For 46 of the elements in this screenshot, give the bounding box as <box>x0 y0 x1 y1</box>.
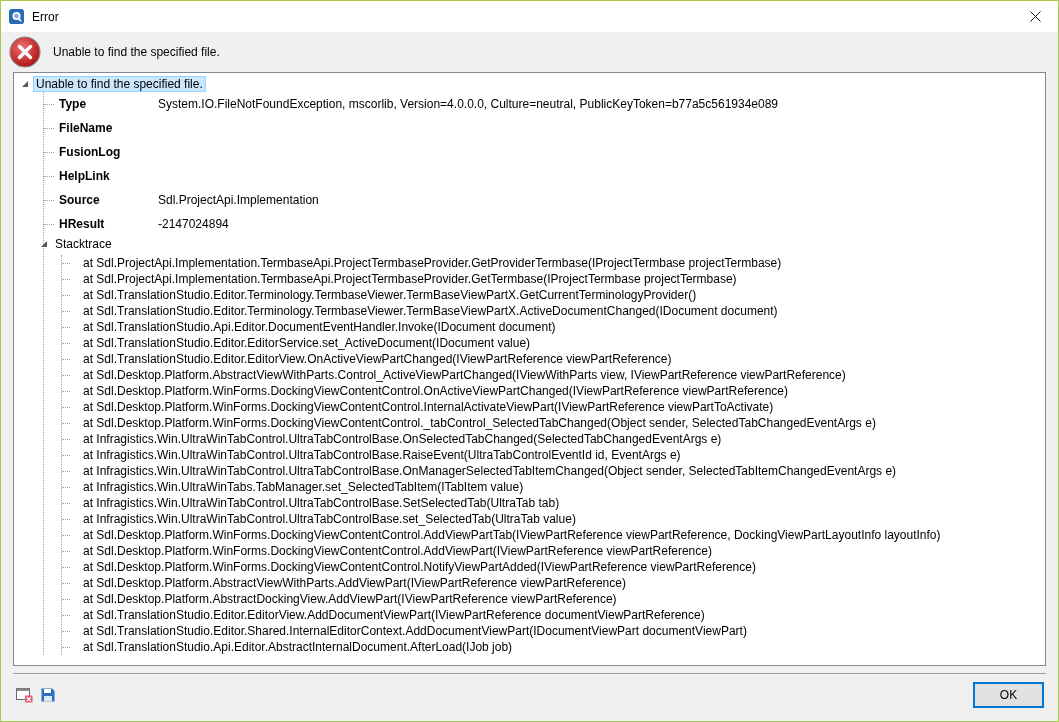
stack-trace-line: at Sdl.Desktop.Platform.AbstractDockingView.AddViewPart(IViewPartReference viewPartReference) <box>83 592 617 606</box>
stack-trace-line: at Infragistics.Win.UltraWinTabControl.UltraTabControlBase.set_SelectedTab(UltraTab value) <box>83 512 576 526</box>
property-value: System.IO.FileNotFoundException, mscorlib, Version=4.0.0.0, Culture=neutral, PublicKeyToken=b77a5c561934e089 <box>158 97 779 111</box>
stack-trace-line: at Infragistics.Win.UltraWinTabControl.UltraTabControlBase.OnSelectedTabChanged(SelectedTabChangedEventArgs e) <box>83 432 722 446</box>
close-icon <box>1029 11 1041 22</box>
stack-trace-line: at Sdl.Desktop.Platform.AbstractViewWithParts.Control_ActiveViewPartChanged(IViewWithParts view, IViewPartReference viewPartReference) <box>83 368 846 382</box>
stack-trace-line: at Infragistics.Win.UltraWinTabControl.UltraTabControlBase.RaiseEvent(UltraTabControlEventId id, EventArgs e) <box>83 448 681 462</box>
stack-trace-line: at Sdl.TranslationStudio.Editor.Terminology.TermbaseViewer.TermBaseViewPartX.ActiveDocumentChanged(IDocument document) <box>83 304 778 318</box>
stack-trace-line: at Sdl.TranslationStudio.Editor.EditorView.OnActiveViewPartChanged(IViewPartReference viewPartReference) <box>83 352 672 366</box>
stack-trace-line: at Sdl.TranslationStudio.Editor.EditorService.set_ActiveDocument(IDocument value) <box>83 336 531 350</box>
stack-trace-line: at Sdl.TranslationStudio.Api.Editor.AbstractInternalDocument.AfterLoad(IJob job) <box>83 640 513 654</box>
property-name: HResult <box>59 217 106 231</box>
save-icon[interactable] <box>41 688 55 702</box>
property-value: Sdl.ProjectApi.Implementation <box>158 193 319 207</box>
stack-trace-line: at Sdl.ProjectApi.Implementation.TermbaseApi.ProjectTermbaseProvider.GetProviderTermbase(IProjectTermbase projectTermbase) <box>83 256 782 270</box>
stack-trace-line: at Infragistics.Win.UltraWinTabs.TabManager.set_SelectedTabItem(ITabItem value) <box>83 480 524 494</box>
stack-trace-line: at Infragistics.Win.UltraWinTabControl.UltraTabControlBase.SetSelectedTab(UltraTab tab) <box>83 496 560 510</box>
property-name: FusionLog <box>59 145 122 159</box>
tree-node-label[interactable]: Stacktrace <box>52 236 115 252</box>
stack-trace-line: at Sdl.Desktop.Platform.WinForms.DockingViewContentControl.InternalActivateViewPart(IViewPartReference viewPartToActivate) <box>83 400 774 414</box>
error-message: Unable to find the specified file. <box>53 45 220 59</box>
stack-trace-line: at Sdl.Desktop.Platform.WinForms.DockingViewContentControl.AddViewPartTab(IViewPartReference viewPartReference, DockingViewPartLayoutInfo layoutInfo) <box>83 528 941 542</box>
stack-trace-line: at Sdl.TranslationStudio.Editor.Terminology.TermbaseViewer.TermBaseViewPartX.GetCurrentTerminologyProvider() <box>83 288 697 302</box>
stack-trace-line: at Sdl.TranslationStudio.Editor.EditorView.AddDocumentViewPart(IViewPartReference documentViewPartReference) <box>83 608 705 622</box>
collapse-arrow-icon[interactable] <box>21 80 29 88</box>
window-close-icon[interactable] <box>16 687 33 703</box>
stack-trace-line: at Sdl.Desktop.Platform.WinForms.DockingViewContentControl._tabControl_SelectedTabChanged(Object sender, SelectedTabChangedEventArgs e) <box>83 416 876 430</box>
ok-button[interactable]: OK <box>973 682 1044 708</box>
property-value: -2147024894 <box>158 217 229 231</box>
stack-trace-line: at Sdl.TranslationStudio.Editor.Shared.InternalEditorContext.AddDocumentViewPart(IDocumentViewPart documentViewPart) <box>83 624 747 638</box>
stack-trace-line: at Sdl.TranslationStudio.Api.Editor.DocumentEventHandler.Invoke(IDocument document) <box>83 320 556 334</box>
app-icon <box>9 9 24 24</box>
stack-trace-line: at Sdl.Desktop.Platform.AbstractViewWithParts.AddViewPart(IViewPartReference viewPartReference) <box>83 576 626 590</box>
stack-trace-line: at Infragistics.Win.UltraWinTabControl.UltraTabControlBase.OnManagerSelectedTabItemChanged(Object sender, SelectedTabItemChangedEventArgs e) <box>83 464 897 478</box>
property-name: Type <box>59 97 88 111</box>
property-name: Source <box>59 193 101 207</box>
stack-trace-line: at Sdl.Desktop.Platform.WinForms.DockingViewContentControl.OnActiveViewPartChanged(IViewPartReference viewPartReference) <box>83 384 788 398</box>
window-title: Error <box>32 9 59 24</box>
tree-node-label[interactable]: Unable to find the specified file. <box>33 76 206 92</box>
property-name: FileName <box>59 121 114 135</box>
stack-trace-line: at Sdl.Desktop.Platform.WinForms.DockingViewContentControl.NotifyViewPartAdded(IViewPartReference viewPartReference) <box>83 560 756 574</box>
stack-trace-line: at Sdl.ProjectApi.Implementation.TermbaseApi.ProjectTermbaseProvider.GetTermbase(IProjectTermbase projectTermbase) <box>83 272 737 286</box>
property-name: HelpLink <box>59 169 111 183</box>
stack-trace-line: at Sdl.Desktop.Platform.WinForms.DockingViewContentControl.AddViewPart(IViewPartReference viewPartReference) <box>83 544 712 558</box>
collapse-arrow-icon[interactable] <box>40 240 48 248</box>
error-icon <box>9 36 41 68</box>
